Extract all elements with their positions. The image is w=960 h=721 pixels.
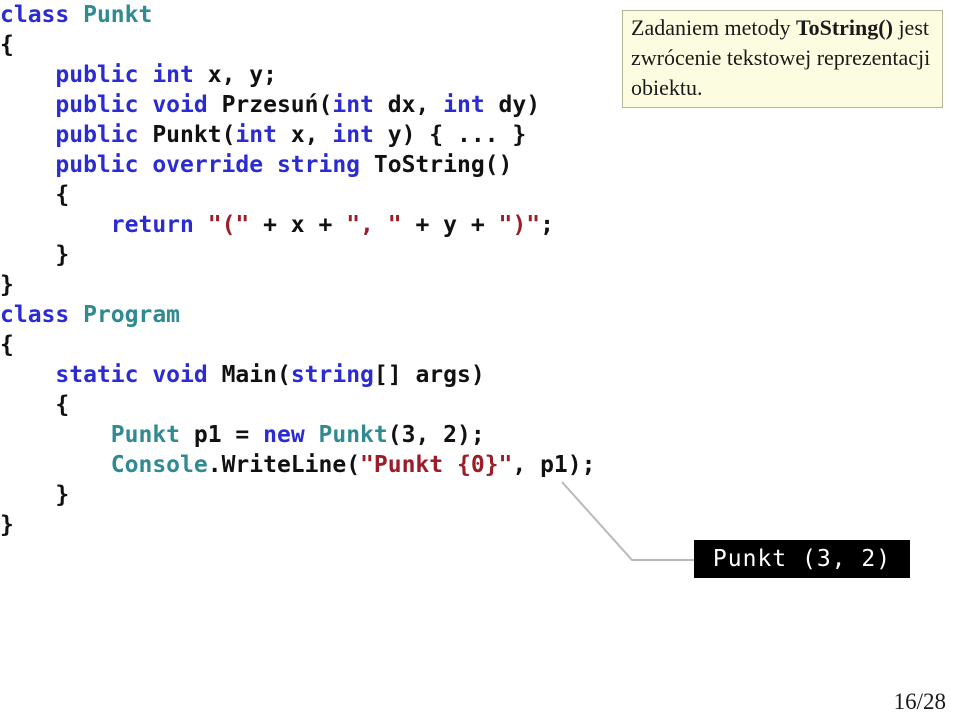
code-line: } <box>0 270 700 300</box>
code-token: x, <box>290 122 333 148</box>
code-token: , p1); <box>512 452 596 478</box>
code-line: } <box>0 510 700 540</box>
code-line: return "(" + x + ", " + y + ")"; <box>0 210 700 240</box>
code-token: public void <box>55 92 222 118</box>
code-line: } <box>0 480 700 510</box>
code-line: static void Main(string[] args) <box>0 360 700 390</box>
code-token: } <box>0 512 14 538</box>
code-token: + y + <box>401 212 499 238</box>
code-token: return <box>110 212 208 238</box>
code-line: public void Przesuń(int dx, int dy) <box>0 90 700 120</box>
code-line: public int x, y; <box>0 60 700 90</box>
code-token: { <box>0 32 14 58</box>
code-token: Przesuń( <box>221 92 333 118</box>
code-token: Console <box>110 452 208 478</box>
code-token: x, y; <box>207 62 277 88</box>
code-token: y) { ... } <box>387 122 527 148</box>
code-token: class <box>0 302 84 328</box>
console-output-box: Punkt (3, 2) <box>694 540 910 578</box>
code-token: { <box>0 182 70 208</box>
code-token: p1 = <box>180 422 264 448</box>
code-token: ToString() <box>373 152 513 178</box>
code-line: public Punkt(int x, int y) { ... } <box>0 120 700 150</box>
code-token: "(" <box>207 212 250 238</box>
code-token: static void <box>55 362 222 388</box>
code-token: ", " <box>346 212 402 238</box>
callout-text: Zadaniem metody ToString() jest zwróceni… <box>631 13 943 103</box>
code-token: int <box>235 122 291 148</box>
code-token: Punkt( <box>152 122 236 148</box>
code-token: (3, 2); <box>387 422 485 448</box>
code-token: class <box>0 2 84 28</box>
code-token: dy) <box>498 92 541 118</box>
code-line: Punkt p1 = new Punkt(3, 2); <box>0 420 700 450</box>
code-line: class Punkt <box>0 0 700 30</box>
code-token: dx, <box>387 92 444 118</box>
code-token: Punkt <box>110 422 181 448</box>
code-token: ")" <box>498 212 541 238</box>
tostring-explanation-callout: Zadaniem metody ToString() jest zwróceni… <box>622 10 943 108</box>
code-line: } <box>0 240 700 270</box>
code-token: } <box>0 272 14 298</box>
code-token: "Punkt {0}" <box>360 452 513 478</box>
code-line: { <box>0 330 700 360</box>
code-token: .WriteLine( <box>207 452 361 478</box>
callout-text-bold: ToString() <box>795 15 893 40</box>
code-token: public override string <box>55 152 374 178</box>
code-token: new <box>263 422 319 448</box>
code-token: int <box>332 92 388 118</box>
code-listing: class Punkt{ public int x, y; public voi… <box>0 0 700 540</box>
code-token: Punkt <box>83 2 153 28</box>
code-token: string <box>290 362 374 388</box>
callout-text-part1: Zadaniem metody <box>631 15 796 40</box>
code-token: int <box>332 122 388 148</box>
code-line: public override string ToString() <box>0 150 700 180</box>
code-token: Program <box>83 302 181 328</box>
code-line: class Program <box>0 300 700 330</box>
page-number: 16/28 <box>893 689 946 714</box>
code-line: { <box>0 30 700 60</box>
code-token: [] args) <box>373 362 485 388</box>
code-line: { <box>0 180 700 210</box>
code-token: Main( <box>221 362 291 388</box>
code-line: { <box>0 390 700 420</box>
code-token: ; <box>540 212 554 238</box>
code-token: + x + <box>249 212 347 238</box>
code-token: Punkt <box>318 422 388 448</box>
code-token: public int <box>55 62 208 88</box>
code-token: } <box>0 482 70 508</box>
code-line: Console.WriteLine("Punkt {0}", p1); <box>0 450 700 480</box>
code-token: { <box>0 332 14 358</box>
code-token: public <box>55 122 153 148</box>
code-token: } <box>0 242 70 268</box>
code-token: { <box>0 392 70 418</box>
code-token: int <box>443 92 499 118</box>
